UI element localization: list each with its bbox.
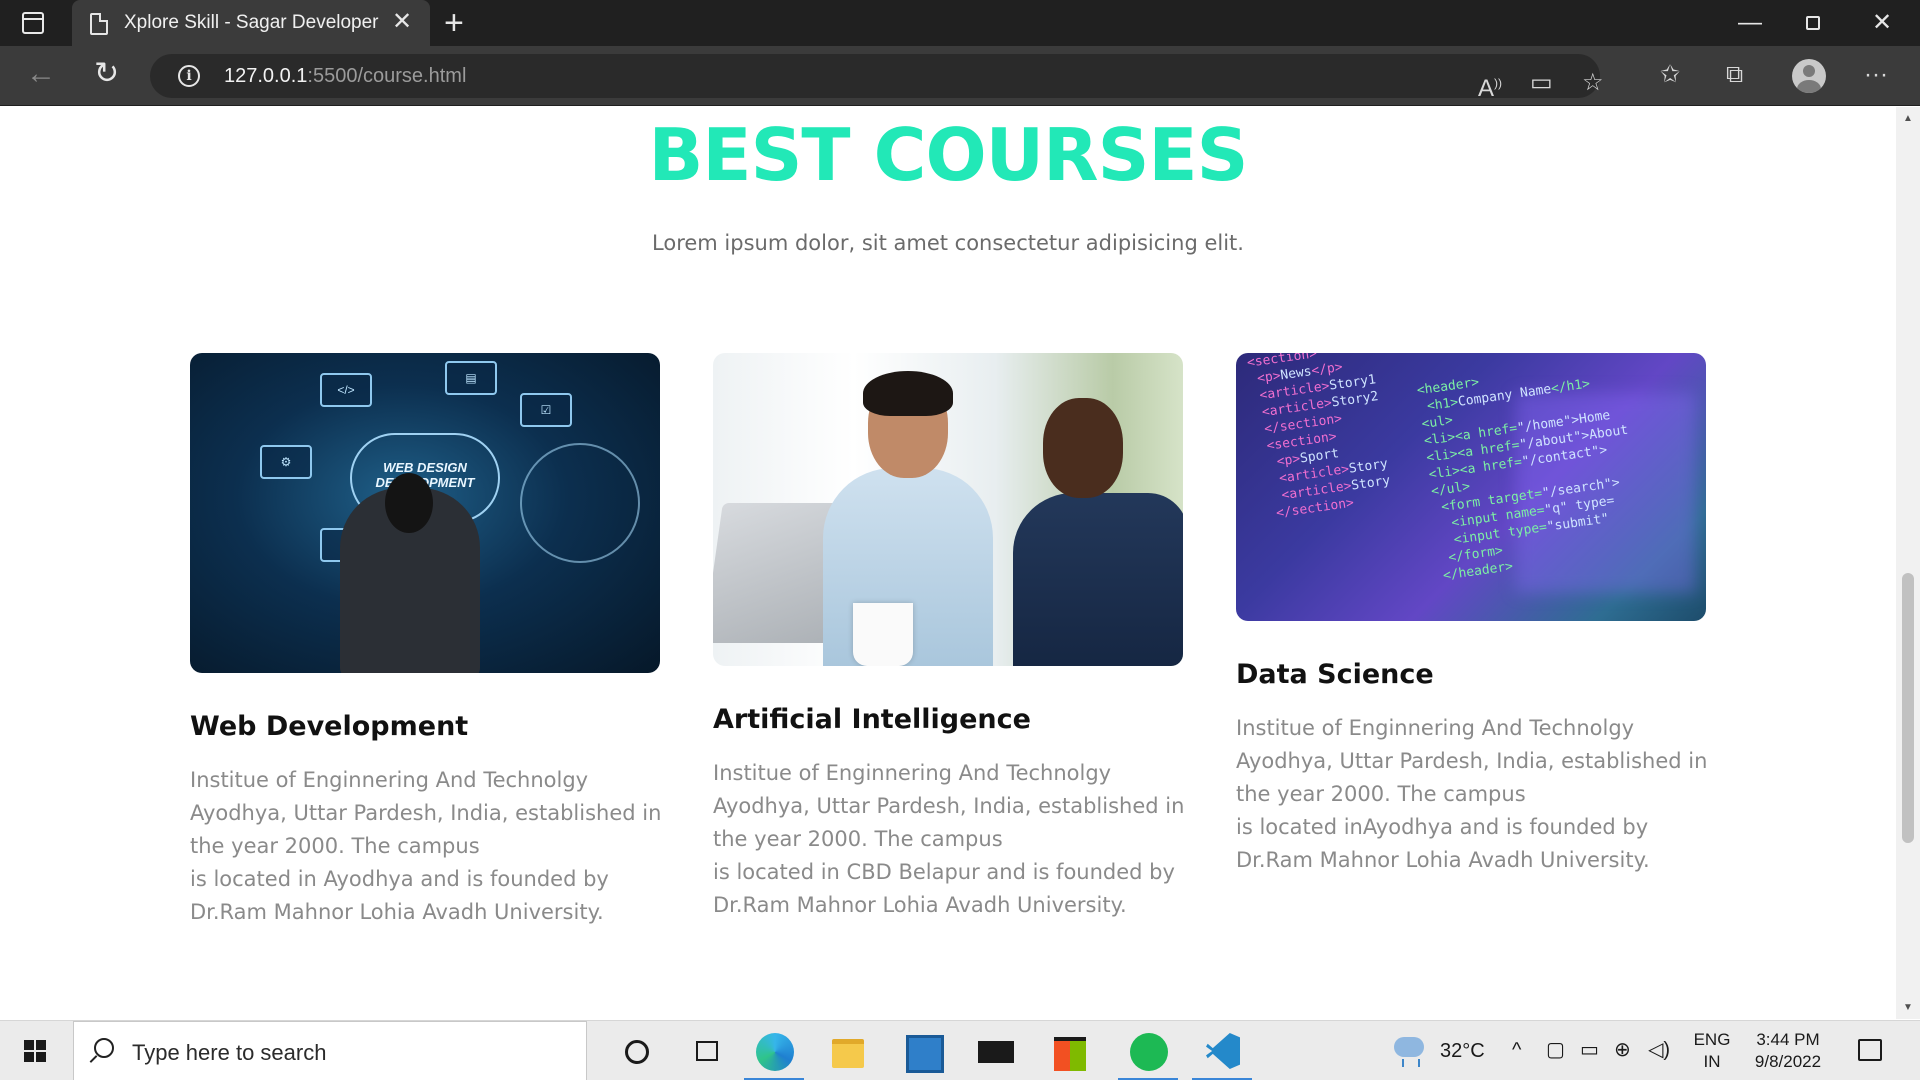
browser-tab-active[interactable]: Xplore Skill - Sagar Developer ✕ bbox=[72, 0, 430, 46]
profile-avatar[interactable] bbox=[1792, 59, 1826, 93]
new-tab-icon[interactable]: + bbox=[444, 4, 464, 42]
browser-toolbar: ← ↻ i 127.0.0.1:5500/course.html A)) ▭ ☆… bbox=[0, 46, 1920, 106]
weather-rain-icon[interactable] bbox=[1394, 1037, 1424, 1067]
course-card-artificial-intelligence: Artificial Intelligence Institue of Engi… bbox=[713, 353, 1185, 922]
course-card-web-development: </> ▤ ⚙ ☑ ▥ WEB DESIGN DEVELOPMENT Web D… bbox=[190, 353, 662, 929]
cortana-icon[interactable] bbox=[600, 1021, 672, 1080]
address-bar[interactable]: i 127.0.0.1:5500/course.html A)) ▭ ☆ bbox=[150, 54, 1604, 102]
reload-icon[interactable]: ↻ bbox=[94, 56, 119, 92]
page-scrollbar[interactable]: ▲ ▼ bbox=[1896, 107, 1920, 1019]
page-subtitle: Lorem ipsum dolor, sit amet consectetur … bbox=[652, 231, 1244, 255]
course-title: Web Development bbox=[190, 711, 469, 742]
search-placeholder: Type here to search bbox=[132, 1040, 327, 1065]
windows-start-icon[interactable] bbox=[24, 1040, 46, 1062]
browser-tab-bar: Xplore Skill - Sagar Developer ✕ + — ✕ bbox=[0, 0, 1920, 46]
task-view-icon[interactable] bbox=[672, 1021, 744, 1080]
course-description: Institue of Enginnering And Technolgy Ay… bbox=[1236, 716, 1708, 872]
restore-icon[interactable] bbox=[1806, 6, 1820, 40]
course-title: Data Science bbox=[1236, 659, 1434, 690]
read-aloud-icon[interactable]: A)) bbox=[1478, 68, 1502, 104]
add-favorite-icon[interactable]: ☆ bbox=[1582, 68, 1604, 98]
course-card-data-science: <section> <p>News</p> <article>Story1 <a… bbox=[1236, 353, 1708, 877]
taskbar-search-box[interactable]: Type here to search bbox=[73, 1021, 587, 1080]
scroll-down-icon[interactable]: ▼ bbox=[1903, 1002, 1913, 1013]
course-image-artificial-intelligence bbox=[713, 353, 1183, 666]
edge-browser-icon[interactable] bbox=[738, 1021, 810, 1080]
course-title: Artificial Intelligence bbox=[713, 704, 1031, 735]
tab-actions-icon[interactable] bbox=[22, 12, 44, 34]
scroll-thumb[interactable] bbox=[1902, 573, 1914, 843]
photos-app-icon[interactable] bbox=[886, 1021, 958, 1080]
show-hidden-icons-icon[interactable]: ^ bbox=[1512, 1037, 1521, 1063]
course-image-web-development: </> ▤ ⚙ ☑ ▥ WEB DESIGN DEVELOPMENT bbox=[190, 353, 660, 673]
close-window-icon[interactable]: ✕ bbox=[1872, 6, 1892, 40]
weather-temperature[interactable]: 32°C bbox=[1440, 1040, 1485, 1063]
scroll-up-icon[interactable]: ▲ bbox=[1903, 113, 1913, 124]
file-explorer-icon[interactable] bbox=[812, 1021, 884, 1080]
mail-app-icon[interactable] bbox=[960, 1021, 1032, 1080]
page-document-icon bbox=[90, 13, 108, 35]
meet-now-icon[interactable]: ▢ bbox=[1546, 1037, 1565, 1063]
battery-icon[interactable]: ▭ bbox=[1580, 1037, 1599, 1063]
collections-icon[interactable]: ⧉ bbox=[1726, 60, 1743, 90]
immersive-reader-icon[interactable]: ▭ bbox=[1530, 68, 1553, 98]
search-icon bbox=[94, 1038, 114, 1058]
course-image-data-science: <section> <p>News</p> <article>Story1 <a… bbox=[1236, 353, 1706, 621]
favorites-icon[interactable]: ✩ bbox=[1660, 60, 1680, 90]
page-viewport: BEST COURSES Lorem ipsum dolor, sit amet… bbox=[0, 107, 1896, 1019]
volume-icon[interactable]: ◁) bbox=[1648, 1037, 1670, 1063]
language-indicator[interactable]: ENG IN bbox=[1692, 1029, 1732, 1073]
windows-taskbar: Type here to search 32°C ^ ▢ ▭ ⊕ ◁) ENG … bbox=[0, 1020, 1920, 1080]
microsoft-store-icon[interactable] bbox=[1034, 1021, 1106, 1080]
network-globe-icon[interactable]: ⊕ bbox=[1614, 1037, 1631, 1063]
notifications-icon[interactable] bbox=[1858, 1039, 1882, 1061]
course-description: Institue of Enginnering And Technolgy Ay… bbox=[190, 768, 662, 924]
tab-title: Xplore Skill - Sagar Developer bbox=[124, 12, 379, 33]
course-description: Institue of Enginnering And Technolgy Ay… bbox=[713, 761, 1185, 917]
site-info-icon[interactable]: i bbox=[178, 65, 200, 87]
system-clock[interactable]: 3:44 PM 9/8/2022 bbox=[1750, 1029, 1826, 1073]
tab-close-icon[interactable]: ✕ bbox=[392, 9, 412, 35]
vscode-icon[interactable] bbox=[1186, 1021, 1258, 1080]
back-arrow-icon[interactable]: ← bbox=[26, 56, 56, 92]
spotify-icon[interactable] bbox=[1112, 1021, 1184, 1080]
address-url[interactable]: 127.0.0.1:5500/course.html bbox=[224, 65, 466, 88]
minimize-icon[interactable]: — bbox=[1738, 6, 1762, 40]
page-title: BEST COURSES bbox=[648, 113, 1249, 197]
more-options-icon[interactable]: ··· bbox=[1864, 60, 1888, 90]
